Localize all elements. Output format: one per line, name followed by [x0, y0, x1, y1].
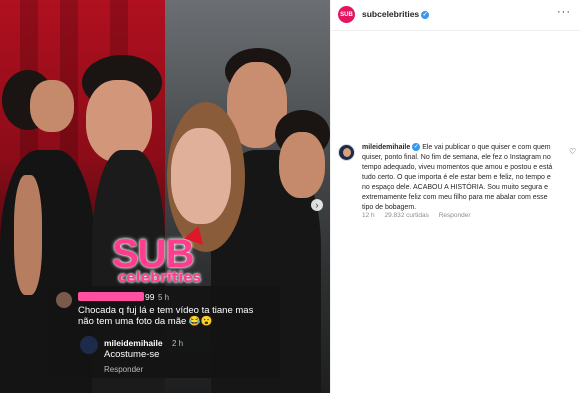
boy2-face [279, 132, 325, 198]
more-options-icon[interactable]: ··· [557, 6, 571, 18]
caption-username[interactable]: mileidemihaile [362, 144, 410, 151]
verified-badge-icon: ✓ [421, 10, 430, 19]
reply-username: mileidemihaile [104, 338, 163, 348]
watermark-sub: celebrities [118, 270, 202, 286]
post-sidebar: SUB subcelebrities ✓ ··· mileidemihaile ✓ … [330, 0, 580, 393]
comment-text-line2: não tem uma foto da mãe 😂😮 [78, 316, 213, 327]
comment-text-line1: Chocada q fuj lá e tem vídeo ta tiane ma… [78, 305, 254, 316]
comment-time: 5 h [158, 293, 170, 302]
instagram-post: SUB celebrities 99 5 h Chocada q fuj lá … [0, 0, 580, 393]
commenter-avatar [56, 292, 72, 308]
caption-reply[interactable]: Responder [439, 212, 471, 219]
caption-time: 12 h [362, 212, 375, 219]
like-heart-icon[interactable]: ♡ [569, 147, 576, 156]
woman-face [30, 80, 74, 132]
reply-time: 2 h [172, 339, 184, 348]
account-avatar[interactable]: SUB [338, 6, 355, 23]
next-arrow-icon[interactable]: › [311, 199, 323, 211]
caption-text: Ele vai publicar o que quiser e com quem… [362, 144, 553, 211]
commenter-username-suffix: 99 [145, 292, 155, 302]
sub-celebrities-watermark: SUB celebrities [112, 223, 222, 288]
reply-avatar [80, 336, 98, 354]
post-media[interactable]: SUB celebrities 99 5 h Chocada q fuj lá … [0, 0, 330, 393]
woman-arm [14, 175, 42, 295]
verified-badge-icon: ✓ [412, 143, 421, 152]
reply-text: Acostume-se [104, 349, 160, 360]
redacted-username [78, 292, 144, 301]
caption-likes[interactable]: 29.832 curtidas [384, 212, 428, 219]
caption-meta: 12 h 29.832 curtidas Responder [362, 212, 479, 219]
account-username[interactable]: subcelebrities [362, 9, 419, 19]
account-username-row: subcelebrities ✓ [362, 9, 430, 19]
embedded-comment-screenshot: 99 5 h Chocada q fuj lá e tem vídeo ta t… [48, 286, 280, 378]
caption-avatar[interactable] [338, 144, 355, 161]
reply-action: Responder [104, 365, 144, 374]
caption-body: mileidemihaile ✓ Ele vai publicar o que q… [362, 143, 558, 213]
post-header: SUB subcelebrities ✓ ··· [331, 0, 580, 31]
woman2-face [171, 128, 231, 224]
